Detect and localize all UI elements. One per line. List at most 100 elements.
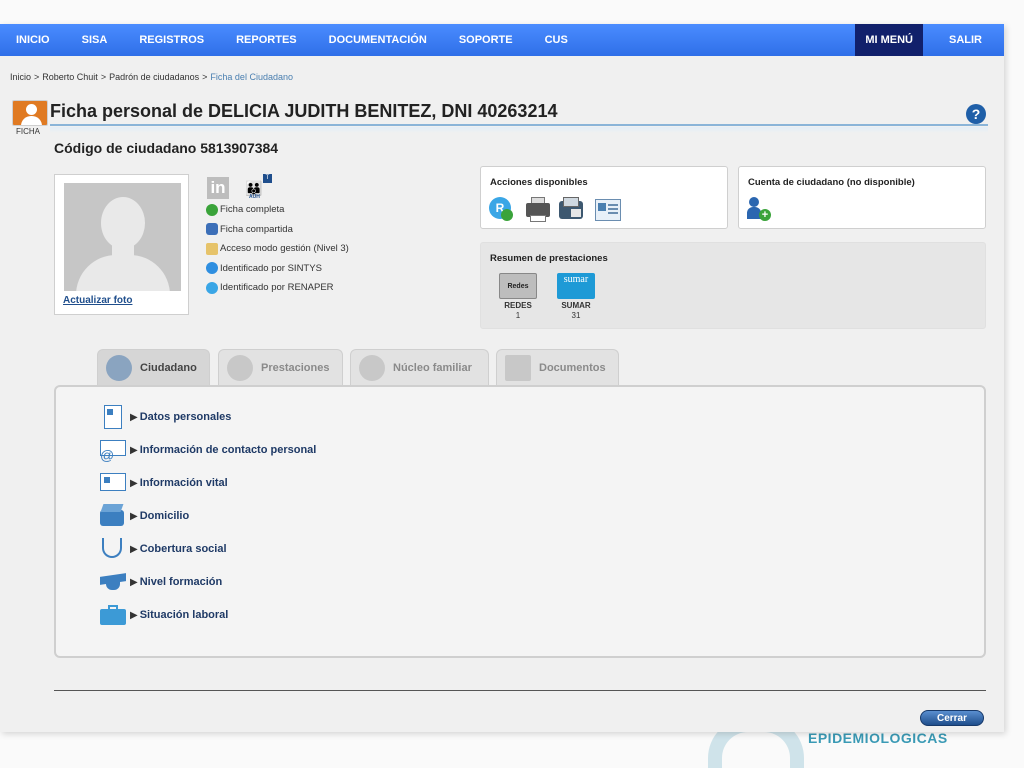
section-label: Datos personales	[139, 411, 232, 423]
breadcrumb-user[interactable]: Roberto Chuit	[42, 72, 98, 82]
in-icon: in	[207, 177, 229, 199]
benefit-count: 31	[571, 311, 581, 320]
auh-badge: T	[263, 174, 272, 183]
expand-arrow-icon: ▶	[130, 543, 138, 555]
card-printer-icon[interactable]	[559, 197, 585, 223]
ficha-icon-head	[26, 104, 37, 115]
expand-arrow-icon: ▶	[130, 411, 138, 423]
breadcrumb-current: Ficha del Ciudadano	[210, 72, 293, 82]
title-divider-shade	[50, 127, 988, 133]
tab-label: Documentos	[539, 362, 606, 374]
status-row: Identificado por RENAPER	[206, 278, 349, 298]
close-button[interactable]: Cerrar	[920, 710, 984, 726]
benefit-sumar[interactable]: sumar SUMAR 31	[553, 273, 599, 320]
printer-output	[530, 215, 546, 222]
status-row: Identificado por SINTYS	[206, 259, 349, 279]
nav-item-registros[interactable]: REGISTROS	[123, 24, 220, 56]
tab-nucleo-familiar[interactable]: Núcleo familiar	[350, 349, 489, 386]
status-text: Acceso modo gestión (Nivel 3)	[220, 243, 349, 255]
expand-arrow-icon: ▶	[130, 609, 138, 621]
check-badge	[501, 209, 513, 221]
section-label: Información de contacto personal	[139, 444, 317, 456]
section-nivel-formacion[interactable]: ▶ Nivel formación	[98, 568, 222, 596]
registered-trademark-icon[interactable]: R	[489, 197, 515, 223]
graduation-cap-icon	[98, 569, 128, 595]
card-printer-slot	[571, 209, 581, 217]
silhouette-body	[76, 255, 170, 291]
benefit-name: SUMAR	[561, 301, 591, 310]
ficha-icon-box	[12, 100, 48, 126]
expand-arrow-icon: ▶	[130, 576, 138, 588]
section-label: Situación laboral	[139, 609, 229, 621]
update-photo-link[interactable]: Actualizar foto	[63, 295, 132, 306]
breadcrumb-separator: >	[100, 72, 107, 82]
tab-label: Prestaciones	[261, 362, 330, 374]
sintys-icon	[206, 262, 218, 275]
ficha-icon: FICHA	[12, 100, 48, 136]
top-navigation: INICIO SISA REGISTROS REPORTES DOCUMENTA…	[0, 24, 1004, 56]
title-divider	[50, 124, 988, 126]
benefits-icon	[227, 355, 253, 381]
citizen-record-window: INICIO SISA REGISTROS REPORTES DOCUMENTA…	[0, 24, 1004, 732]
page-title: Ficha personal de DELICIA JUDITH BENITEZ…	[50, 101, 558, 121]
profile-photo-placeholder	[64, 183, 181, 291]
help-icon[interactable]: ?	[966, 104, 986, 124]
expand-arrow-icon: ▶	[130, 444, 138, 456]
breadcrumb-separator: >	[34, 72, 40, 82]
status-text: Identificado por SINTYS	[220, 262, 322, 274]
email-icon: @	[98, 437, 128, 463]
nav-my-menu[interactable]: MI MENÚ	[855, 24, 923, 56]
check-icon	[206, 203, 218, 216]
tab-ciudadano[interactable]: Ciudadano	[97, 349, 210, 386]
add-user-icon[interactable]: +	[747, 197, 773, 223]
nav-item-cus[interactable]: CUS	[529, 24, 584, 56]
section-informacion-vital[interactable]: ▶ Información vital	[98, 469, 228, 497]
nav-item-sisa[interactable]: SISA	[66, 24, 124, 56]
renaper-icon	[206, 281, 218, 294]
vital-record-icon	[98, 470, 128, 496]
section-label: Cobertura social	[139, 543, 227, 555]
plus-badge: +	[759, 209, 771, 221]
benefit-redes[interactable]: Redes REDES 1	[495, 273, 541, 320]
status-text: Ficha compartida	[220, 223, 293, 235]
tab-label: Ciudadano	[140, 362, 197, 374]
share-icon	[206, 223, 218, 236]
available-actions-title: Acciones disponibles	[490, 177, 588, 188]
nav-item-documentacion[interactable]: DOCUMENTACIÓN	[313, 24, 443, 56]
nav-item-soporte[interactable]: SOPORTE	[443, 24, 529, 56]
add-user-head	[749, 197, 759, 207]
id-card-icon	[98, 404, 128, 430]
documents-icon	[505, 355, 531, 381]
nav-item-reportes[interactable]: REPORTES	[220, 24, 313, 56]
section-contacto[interactable]: @ ▶ Información de contacto personal	[98, 436, 316, 464]
tab-prestaciones[interactable]: Prestaciones	[218, 349, 343, 386]
section-domicilio[interactable]: ▶ Domicilio	[98, 502, 189, 530]
printer-icon[interactable]	[525, 197, 551, 223]
logo-word: EPIDEMIOLOGICAS	[808, 730, 948, 746]
stethoscope-icon	[98, 536, 128, 562]
breadcrumb-inicio[interactable]: Inicio	[10, 72, 31, 82]
tab-documentos[interactable]: Documentos	[496, 349, 619, 386]
expand-arrow-icon: ▶	[130, 477, 138, 489]
status-row: Acceso modo gestión (Nivel 3)	[206, 239, 349, 259]
nav-exit[interactable]: SALIR	[923, 24, 1004, 56]
breadcrumb: Inicio > Roberto Chuit > Padrón de ciudadano…	[10, 72, 293, 82]
section-cobertura-social[interactable]: ▶ Cobertura social	[98, 535, 227, 563]
nav-item-inicio[interactable]: INICIO	[0, 24, 66, 56]
citizen-account-title: Cuenta de ciudadano (no disponible)	[748, 177, 915, 188]
auh-icon: 👪 T AUH	[245, 174, 275, 200]
breadcrumb-separator: >	[202, 72, 208, 82]
status-list: Ficha completa Ficha compartida Acceso m…	[206, 200, 349, 298]
breadcrumb-padron[interactable]: Padrón de ciudadanos	[109, 72, 199, 82]
document-view-icon[interactable]	[595, 197, 621, 223]
status-text: Ficha completa	[220, 204, 285, 216]
ficha-icon-label: FICHA	[16, 127, 40, 136]
available-actions-box: Acciones disponibles R	[480, 166, 728, 229]
expand-arrow-icon: ▶	[130, 510, 138, 522]
tab-label: Núcleo familiar	[393, 362, 472, 374]
citizen-account-box: Cuenta de ciudadano (no disponible) +	[738, 166, 986, 229]
section-situacion-laboral[interactable]: ▶ Situación laboral	[98, 601, 228, 629]
section-datos-personales[interactable]: ▶ Datos personales	[98, 403, 231, 431]
citizen-sections-panel: ▶ Datos personales @ ▶ Información de co…	[54, 385, 986, 658]
citizen-icon	[106, 355, 132, 381]
